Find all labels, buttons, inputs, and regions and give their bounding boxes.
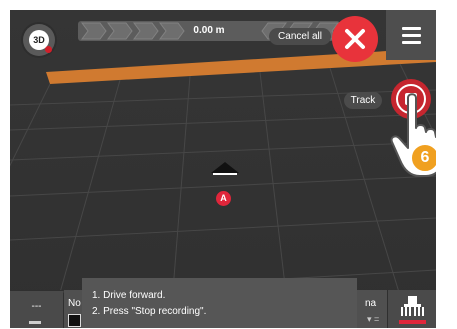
close-button[interactable]: [332, 16, 378, 62]
bottom-right-panel[interactable]: na ▾ =: [357, 290, 387, 328]
bottom-status-box: [68, 314, 81, 327]
instruction-line-1: 1. Drive forward.: [92, 290, 166, 301]
bottom-status-panel[interactable]: No: [64, 290, 84, 328]
bottom-left-panel[interactable]: ---: [10, 290, 63, 328]
view-3d-toggle-button[interactable]: 3D: [23, 24, 55, 56]
instructions-panel: 1. Drive forward. 2. Press "Stop recordi…: [82, 278, 357, 328]
implement-button[interactable]: [387, 290, 436, 328]
implement-icon: [401, 296, 424, 316]
step-number-badge: 6: [410, 143, 436, 173]
bottom-right-sub: ▾ =: [367, 314, 380, 324]
cancel-all-button[interactable]: Cancel all: [269, 28, 331, 45]
menu-button[interactable]: [386, 10, 436, 60]
vehicle-position-icon: [211, 162, 239, 175]
track-label: Track: [344, 92, 382, 109]
bottom-left-value: ---: [31, 301, 42, 312]
bottom-status-label: No: [68, 298, 81, 309]
bottom-right-label: na: [365, 298, 377, 309]
close-icon: [345, 29, 365, 49]
instruction-line-2: 2. Press "Stop recording".: [92, 306, 207, 317]
bottom-left-bar: [29, 321, 41, 324]
menu-icon: [402, 27, 421, 30]
app-screen: 3D 0.00 m Cancel all Track 6 A --- No 1.…: [10, 10, 436, 328]
point-a-marker: A: [216, 191, 231, 206]
view-indicator-dot: [45, 46, 52, 53]
implement-status-bar: [399, 320, 426, 324]
